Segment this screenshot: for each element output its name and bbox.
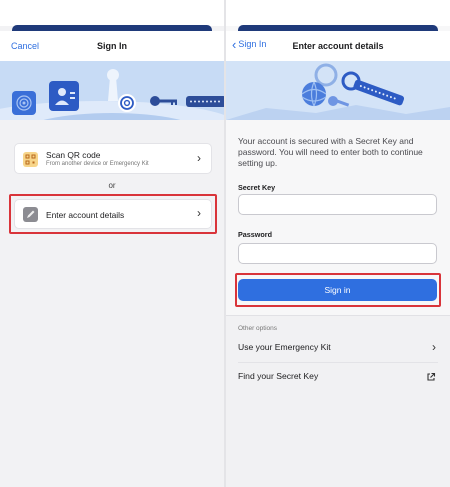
back-button[interactable]: ‹ Sign In — [232, 36, 267, 52]
other-options-section: Other options Use your Emergency Kit › F… — [226, 315, 450, 487]
enter-account-details-option[interactable]: Enter account details › — [14, 199, 212, 229]
qr-code-icon — [23, 152, 38, 167]
navigation-bar: Cancel Sign In — [0, 31, 224, 61]
chevron-right-icon: › — [197, 206, 201, 220]
keys-illustration — [226, 61, 450, 120]
chevron-left-icon: ‹ — [232, 36, 237, 52]
use-emergency-kit-row[interactable]: Use your Emergency Kit › — [238, 334, 438, 361]
option-title: Scan QR code — [46, 150, 101, 160]
password-input[interactable] — [238, 243, 437, 264]
intro-text: Your account is secured with a Secret Ke… — [238, 136, 423, 168]
status-bar — [226, 0, 450, 26]
find-secret-key-row[interactable]: Find your Secret Key — [238, 363, 438, 390]
password-label: Password — [238, 230, 272, 239]
enter-account-details-screen: ‹ Sign In Enter account details Your acc… — [226, 0, 450, 487]
hero-illustration — [226, 61, 450, 120]
pencil-icon — [23, 207, 38, 222]
chevron-right-icon: › — [432, 340, 436, 354]
option-subtitle: From another device or Emergency Kit — [46, 161, 149, 167]
sign-in-button[interactable]: Sign in — [238, 279, 437, 301]
row-label: Find your Secret Key — [238, 371, 319, 381]
external-link-icon — [426, 371, 436, 385]
secret-key-input[interactable] — [238, 194, 437, 215]
chevron-right-icon: › — [197, 151, 201, 165]
secret-key-label: Secret Key — [238, 183, 276, 192]
back-label: Sign In — [238, 39, 267, 49]
or-separator: or — [108, 181, 116, 190]
hero-illustration — [0, 61, 224, 120]
option-title: Enter account details — [46, 210, 125, 220]
status-bar — [0, 0, 224, 26]
other-options-heading: Other options — [238, 325, 278, 332]
scan-qr-code-option[interactable]: Scan QR code From another device or Emer… — [14, 143, 212, 174]
sign-in-screen: Cancel Sign In Scan QR code From another… — [0, 0, 224, 487]
row-label: Use your Emergency Kit — [238, 342, 331, 352]
sign-in-illustration — [0, 61, 224, 120]
navigation-bar: ‹ Sign In Enter account details — [226, 31, 450, 61]
cancel-button[interactable]: Cancel — [11, 41, 39, 51]
